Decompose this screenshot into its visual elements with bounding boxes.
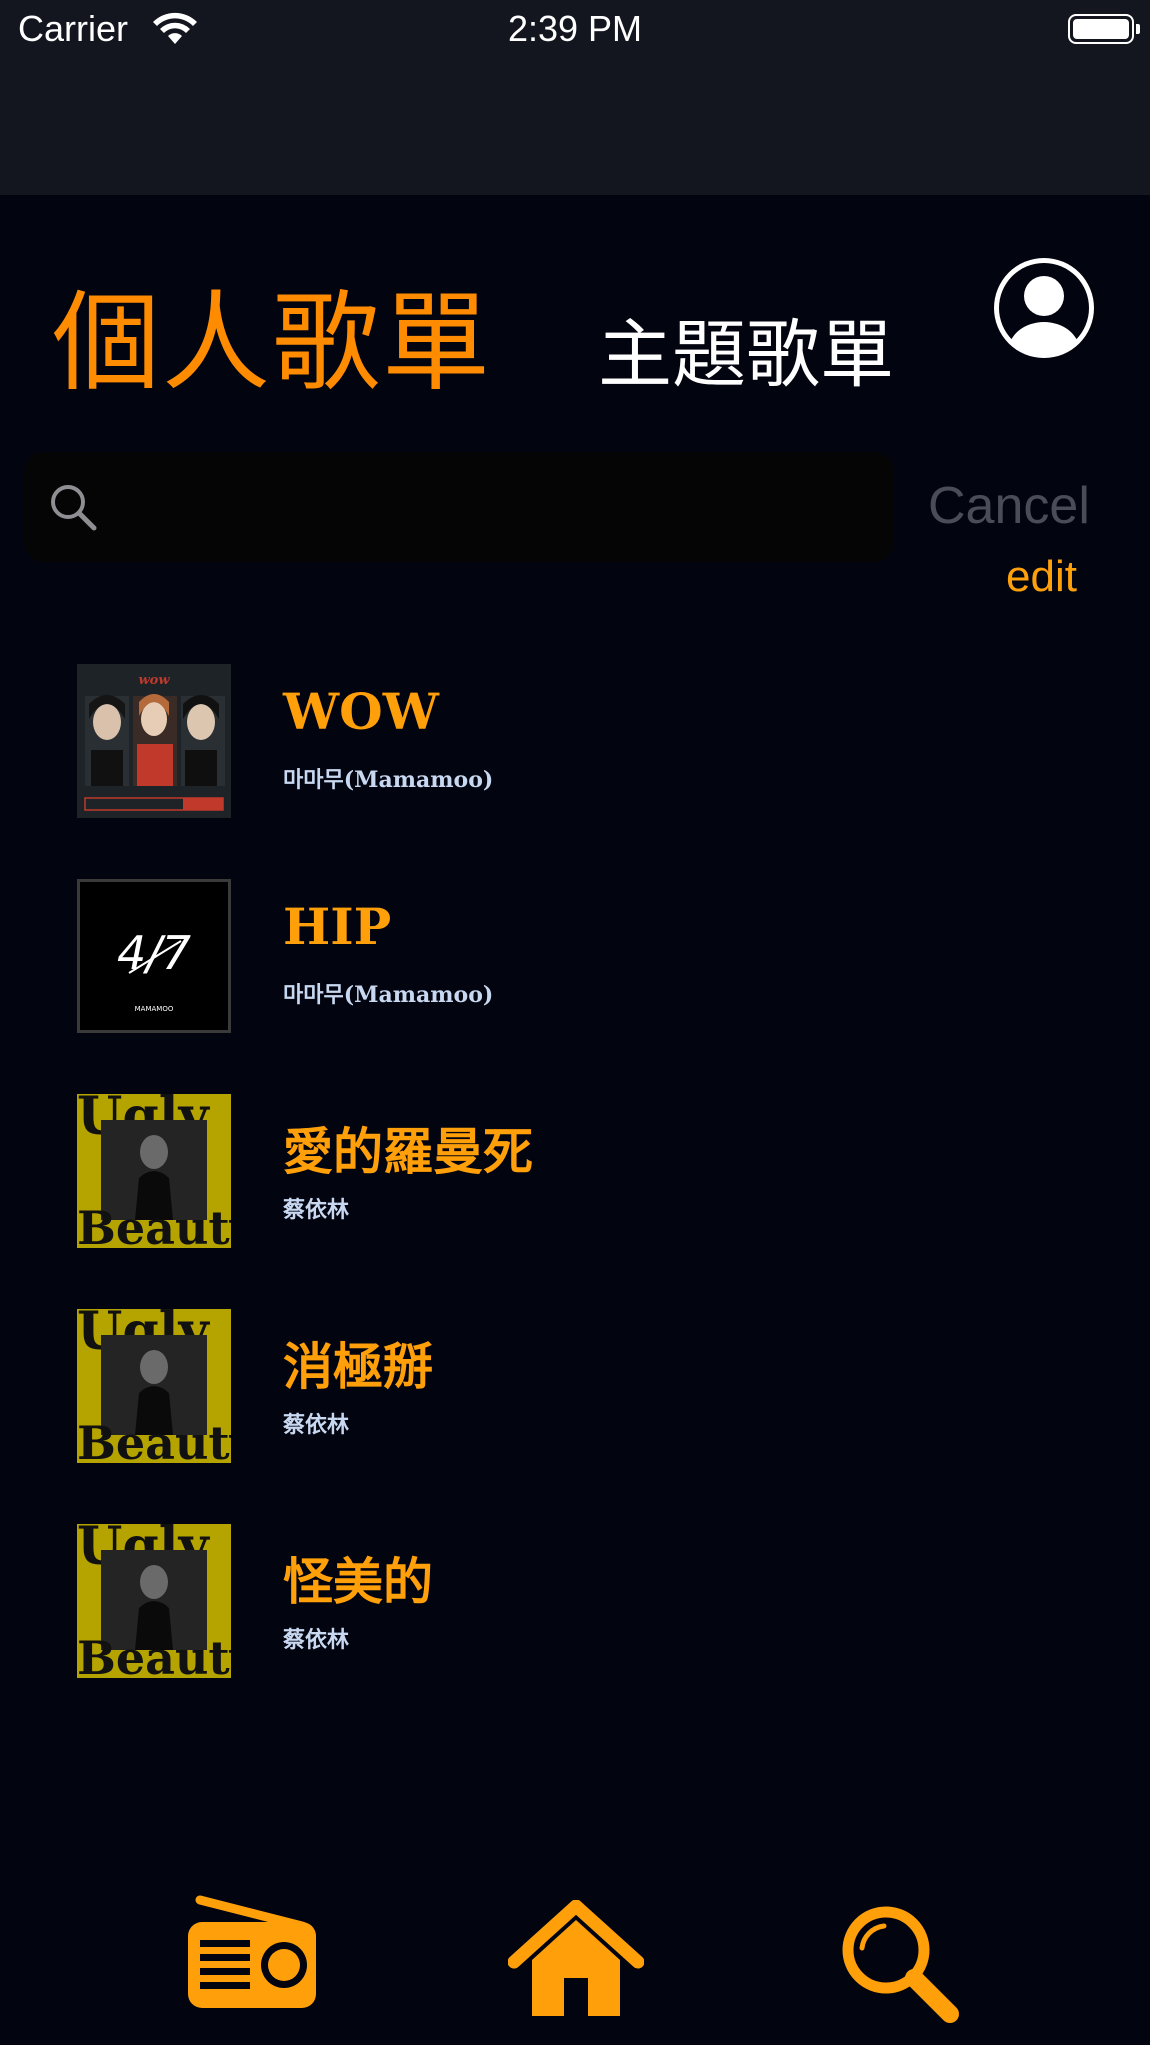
- song-artist: 蔡依林: [283, 1412, 350, 1438]
- edit-button[interactable]: edit: [1006, 552, 1077, 602]
- song-title: HIP: [283, 897, 392, 956]
- song-title: 消極掰: [283, 1337, 433, 1396]
- svg-text:wow: wow: [138, 673, 170, 688]
- svg-text:Beauty: Beauty: [77, 1631, 231, 1678]
- tab-theme-playlist[interactable]: 主題歌單: [598, 318, 894, 392]
- svg-text:MAMAMOO: MAMAMOO: [135, 1005, 174, 1013]
- song-row[interactable]: 4/7 MAMAMOO HIP 마마무(Mamamoo): [0, 879, 1150, 1039]
- wow-album-cover: wow: [77, 664, 231, 818]
- radio-icon[interactable]: [186, 1892, 318, 2012]
- song-title: WOW: [283, 682, 439, 741]
- ugly-beauty-album-cover: Ugly Beauty: [77, 1309, 231, 1463]
- song-artist: 蔡依林: [283, 1197, 350, 1223]
- song-row[interactable]: Ugly Beauty 愛的羅曼死 蔡依林: [0, 1094, 1150, 1254]
- song-artist: 마마무(Mamamoo): [283, 982, 494, 1008]
- hip-album-cover: 4/7 MAMAMOO: [77, 879, 231, 1033]
- ugly-beauty-album-cover: Ugly Beauty: [77, 1524, 231, 1678]
- svg-text:Beauty: Beauty: [77, 1201, 231, 1248]
- song-title: 怪美的: [283, 1552, 433, 1611]
- tab-personal-playlist[interactable]: 個人歌單: [52, 290, 492, 398]
- song-title: 愛的羅曼死: [283, 1122, 533, 1181]
- cancel-button[interactable]: Cancel: [928, 476, 1090, 536]
- search-icon: [51, 485, 97, 531]
- song-row[interactable]: wow WOW 마마무(Mamamoo): [0, 664, 1150, 824]
- song-row[interactable]: Ugly Beauty 怪美的 蔡依林: [0, 1524, 1150, 1684]
- svg-text:Beauty: Beauty: [77, 1416, 231, 1463]
- search-bar[interactable]: [24, 452, 894, 562]
- song-artist: 蔡依林: [283, 1627, 350, 1653]
- tab-bar: [0, 1880, 1150, 2045]
- home-icon[interactable]: [508, 1900, 644, 2018]
- ugly-beauty-album-cover: Ugly Beauty: [77, 1094, 231, 1248]
- battery-icon: [1068, 14, 1140, 44]
- person-circle-icon[interactable]: [990, 254, 1098, 362]
- svg-text:4/7: 4/7: [117, 926, 191, 980]
- search-icon[interactable]: [838, 1902, 960, 2024]
- search-input[interactable]: [120, 472, 874, 544]
- status-bar: Carrier 2:39 PM: [0, 0, 1150, 60]
- clock: 2:39 PM: [507, 8, 643, 49]
- song-artist: 마마무(Mamamoo): [283, 767, 494, 793]
- song-row[interactable]: Ugly Beauty 消極掰 蔡依林: [0, 1309, 1150, 1469]
- navigation-bar: [0, 60, 1150, 195]
